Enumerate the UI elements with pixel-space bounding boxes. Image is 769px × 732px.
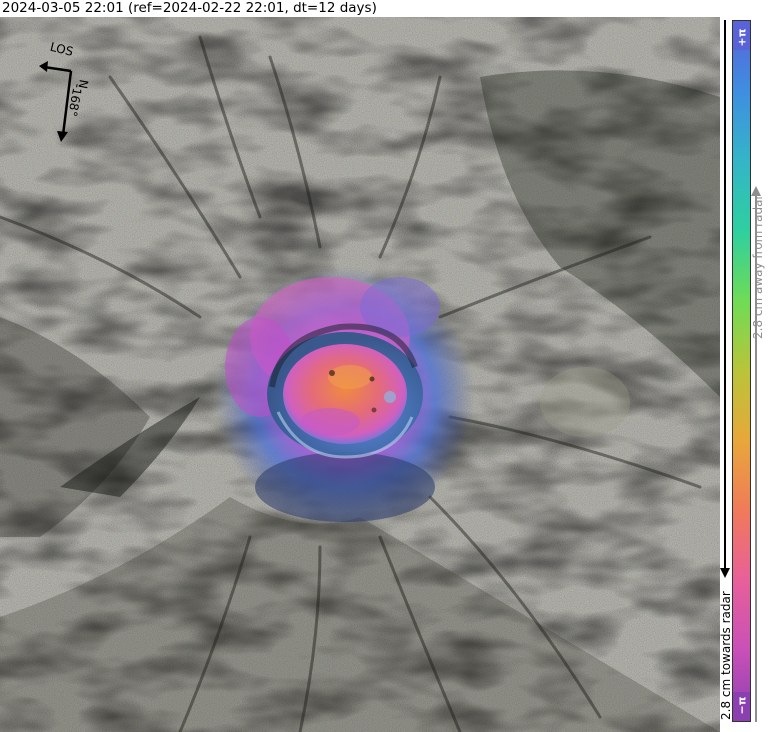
away-radar-label: 2.8 cm away from radar xyxy=(751,194,765,339)
los-compass: LOS N -168° xyxy=(30,35,110,145)
towards-radar-arrow-line xyxy=(724,20,726,568)
los-label: LOS xyxy=(49,40,75,59)
colorbar-bottom-label: −π xyxy=(733,692,750,718)
towards-radar-arrow-head xyxy=(720,568,730,578)
image-title: 2024-03-05 22:01 (ref=2024-02-22 22:01, … xyxy=(2,0,377,16)
colorbar-top-label: +π xyxy=(733,24,750,50)
phase-colorbar: +π −π xyxy=(732,20,751,722)
towards-radar-label: 2.8 cm towards radar xyxy=(719,591,733,720)
